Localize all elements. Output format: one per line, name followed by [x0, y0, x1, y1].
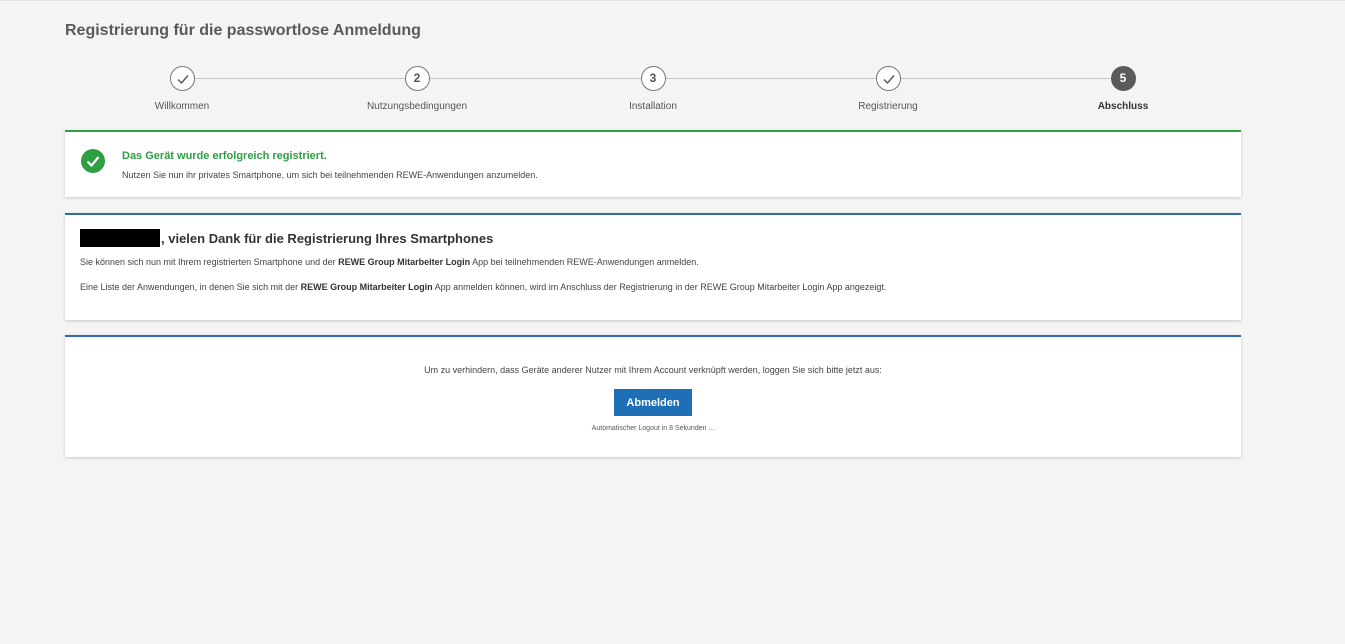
step-registrierung: Registrierung: [808, 66, 968, 112]
step-circle-4: [875, 66, 901, 91]
step-label-5: Abschluss: [1097, 101, 1149, 112]
step-circle-5: 5: [1110, 66, 1136, 91]
step-label-1: Willkommen: [154, 101, 210, 112]
info-paragraph-1: Sie können sich nun mit Ihrem registrier…: [80, 257, 699, 267]
step-label-4: Registrierung: [858, 101, 918, 112]
step-willkommen: Willkommen: [102, 66, 262, 112]
info-card: , vielen Dank für die Registrierung Ihre…: [65, 213, 1241, 320]
step-circle-3: 3: [640, 66, 666, 91]
step-installation: 3 Installation: [573, 66, 733, 112]
logout-instruction: Um zu verhindern, dass Geräte anderer Nu…: [424, 365, 882, 375]
info-heading-text: , vielen Dank für die Registrierung Ihre…: [161, 231, 494, 246]
check-circle-icon: [81, 149, 105, 173]
logout-countdown: Automatischer Logout in 8 Sekunden ...: [591, 425, 715, 432]
info-p2-text-b: App anmelden können, wird im Anschluss d…: [432, 282, 887, 292]
info-p1-text-a: Sie können sich nun mit Ihrem registrier…: [80, 257, 339, 267]
checkmark-icon: [883, 75, 895, 85]
step-circle-2: 2: [404, 66, 430, 91]
info-p1-text-b: App bei teilnehmenden REWE-Anwendungen a…: [470, 257, 699, 267]
info-p2-text-a: Eine Liste der Anwendungen, in denen Sie…: [80, 282, 301, 292]
success-title: Das Gerät wurde erfolgreich registriert.: [122, 150, 327, 162]
page-title: Registrierung für die passwortlose Anmel…: [65, 22, 421, 39]
info-p2-app-name: REWE Group Mitarbeiter Login: [300, 282, 433, 292]
step-label-3: Installation: [629, 101, 677, 112]
progress-stepper: Willkommen 2 Nutzungsbedingungen 3 Insta…: [65, 66, 1241, 116]
top-divider: [0, 0, 1345, 1]
redacted-username: [80, 229, 160, 247]
checkmark-icon: [177, 75, 189, 85]
info-heading: , vielen Dank für die Registrierung Ihre…: [80, 229, 493, 247]
step-abschluss: 5 Abschluss: [1043, 66, 1203, 112]
success-message: Nutzen Sie nun ihr privates Smartphone, …: [122, 170, 538, 180]
logout-card: Um zu verhindern, dass Geräte anderer Nu…: [65, 335, 1241, 457]
step-nutzungsbedingungen: 2 Nutzungsbedingungen: [337, 66, 497, 112]
info-paragraph-2: Eine Liste der Anwendungen, in denen Sie…: [80, 282, 886, 292]
logout-button[interactable]: Abmelden: [614, 389, 692, 416]
step-label-2: Nutzungsbedingungen: [366, 101, 468, 112]
success-card: Das Gerät wurde erfolgreich registriert.…: [65, 130, 1241, 197]
info-p1-app-name: REWE Group Mitarbeiter Login: [338, 257, 471, 267]
step-circle-1: [169, 66, 195, 91]
